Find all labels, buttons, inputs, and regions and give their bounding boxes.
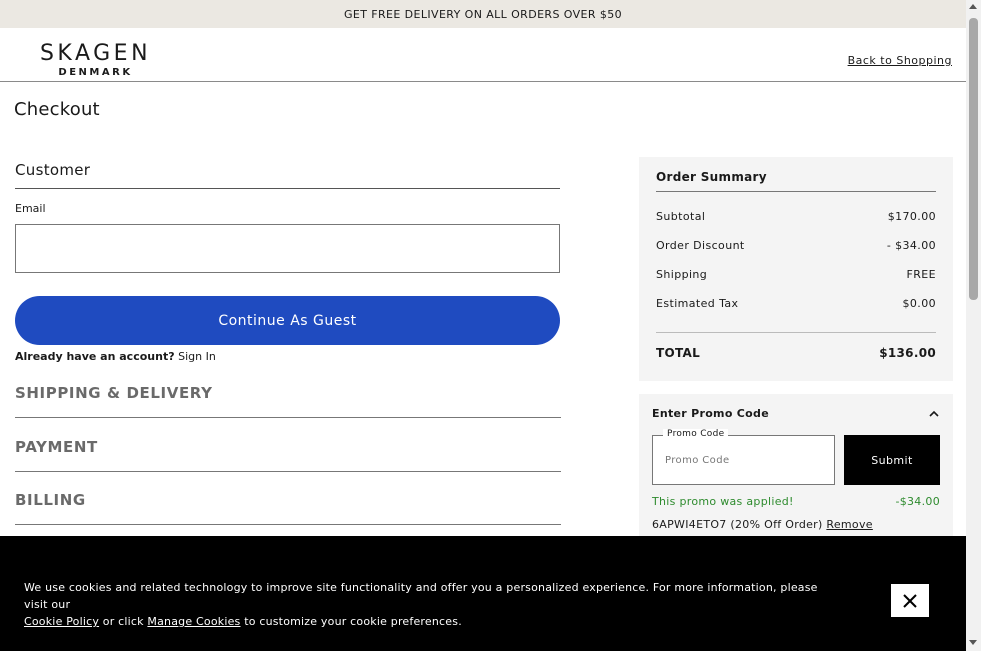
page-viewport: GET FREE DELIVERY ON ALL ORDERS OVER $50… [0,0,966,651]
promo-applied-message: This promo was applied! [652,495,794,508]
email-label: Email [15,202,46,215]
cookie-policy-link[interactable]: Cookie Policy [24,615,99,628]
email-field[interactable] [15,224,560,273]
back-to-shopping-link[interactable]: Back to Shopping [848,54,952,67]
applied-code-text: 6APWI4ETO7 (20% Off Order) [652,518,823,531]
billing-section-title: BILLING [15,490,86,509]
summary-row-shipping: Shipping FREE [656,268,936,281]
promo-code-panel: Enter Promo Code Promo Code Promo Code S… [639,394,953,554]
cookie-text-before: We use cookies and related technology to… [24,581,818,611]
summary-row-value: - $34.00 [886,239,936,252]
continue-as-guest-button[interactable]: Continue As Guest [15,296,560,345]
promo-banner: GET FREE DELIVERY ON ALL ORDERS OVER $50 [0,0,966,28]
summary-row-value: $0.00 [902,297,936,310]
total-label: TOTAL [656,346,701,360]
site-header: SKAGEN DENMARK Back to Shopping [0,28,966,82]
promo-banner-text: GET FREE DELIVERY ON ALL ORDERS OVER $50 [343,7,623,21]
payment-section-title: PAYMENT [15,437,98,456]
shipping-delivery-section[interactable]: SHIPPING & DELIVERY [15,368,561,418]
manage-cookies-link[interactable]: Manage Cookies [147,615,240,628]
sign-in-prompt: Already have an account? Sign In [15,350,216,363]
summary-row-label: Estimated Tax [656,297,739,310]
promo-applied-row: This promo was applied! -$34.00 [652,495,940,508]
order-summary-title: Order Summary [656,170,936,192]
continue-as-guest-label: Continue As Guest [218,312,357,329]
summary-row-subtotal: Subtotal $170.00 [656,210,936,223]
sign-in-link[interactable]: Sign In [178,350,216,363]
summary-row-tax: Estimated Tax $0.00 [656,297,936,310]
scroll-thumb[interactable] [969,18,978,300]
shipping-section-title: SHIPPING & DELIVERY [15,383,213,402]
summary-divider [656,332,936,333]
page-scrollbar[interactable] [966,0,981,651]
remove-promo-link[interactable]: Remove [826,518,872,531]
account-question: Already have an account? [15,350,175,363]
promo-submit-button[interactable]: Submit [844,435,940,485]
scroll-down-arrow-icon[interactable] [969,640,977,645]
summary-row-label: Order Discount [656,239,745,252]
order-summary: Order Summary Subtotal $170.00 Order Dis… [639,157,953,381]
summary-row-label: Subtotal [656,210,706,223]
customer-heading: Customer [15,161,560,189]
cookie-text-after: to customize your cookie preferences. [244,615,462,628]
scroll-up-arrow-icon[interactable] [969,4,977,9]
cookie-banner: We use cookies and related technology to… [0,536,966,651]
skagen-logo[interactable]: SKAGEN DENMARK [38,41,153,79]
total-value: $136.00 [879,346,936,360]
cookie-close-button[interactable] [891,584,929,617]
applied-code-line: 6APWI4ETO7 (20% Off Order) Remove [652,518,873,531]
cookie-text-middle: or click [102,615,144,628]
summary-row-discount: Order Discount - $34.00 [656,239,936,252]
promo-submit-label: Submit [871,453,913,467]
promo-placeholder: Promo Code [665,455,730,466]
payment-section[interactable]: PAYMENT [15,422,561,472]
logo-brand: SKAGEN [39,41,152,66]
cookie-message: We use cookies and related technology to… [24,579,844,630]
promo-applied-amount: -$34.00 [895,495,940,508]
page-title: Checkout [14,99,100,120]
summary-row-value: FREE [906,268,936,281]
summary-total-row: TOTAL $136.00 [656,346,936,360]
close-icon [903,593,917,608]
billing-section[interactable]: BILLING [15,475,561,525]
promo-heading[interactable]: Enter Promo Code [652,407,769,420]
summary-row-label: Shipping [656,268,708,281]
summary-row-value: $170.00 [887,210,936,223]
promo-code-input[interactable]: Promo Code Promo Code [652,429,835,485]
logo-sub: DENMARK [58,67,133,78]
chevron-up-icon[interactable] [928,408,940,420]
promo-field-label: Promo Code [663,429,729,439]
